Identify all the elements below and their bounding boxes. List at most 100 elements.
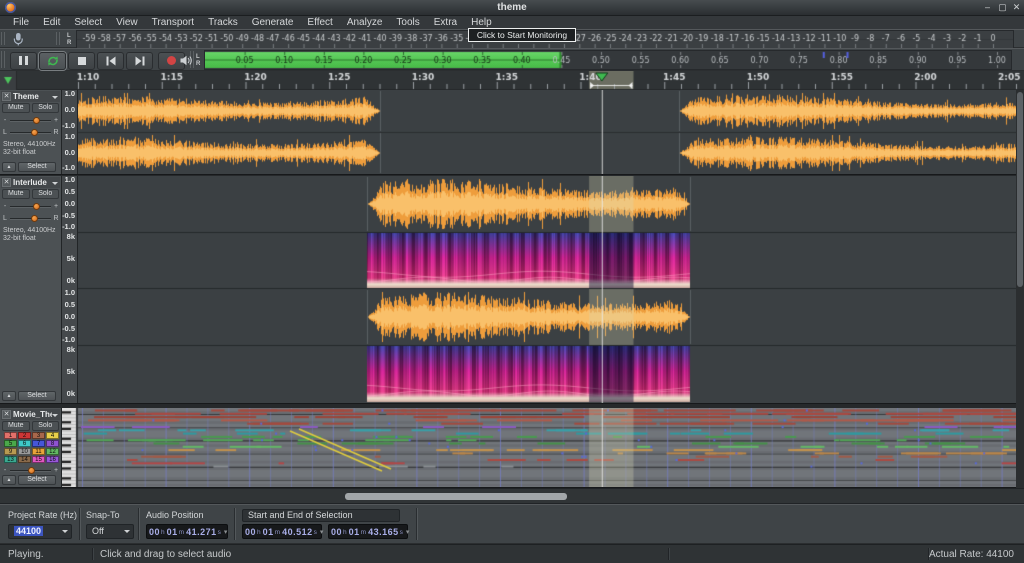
timeline-ruler[interactable] [0,71,1024,90]
solo-button[interactable]: Solo [32,103,60,113]
minimize-button[interactable]: – [981,1,994,14]
track-name[interactable]: Interlude [13,178,52,187]
skip-to-start-button[interactable] [97,52,124,70]
menu-effect[interactable]: Effect [300,16,339,29]
track-close-icon[interactable]: ✕ [2,92,11,101]
audio-position-field[interactable]: 00h01m41.271s▾ [146,524,228,539]
toolbar-grip[interactable] [1,32,7,45]
loop-play-button[interactable] [39,52,66,70]
pause-icon [19,56,28,65]
track-title-bar[interactable]: ✕ Theme [1,91,60,102]
midi-channel-10-button[interactable]: 10 [18,448,31,455]
skip-to-end-button[interactable] [126,52,153,70]
collapse-button[interactable]: ▲ [2,475,16,485]
track-name[interactable]: Movie_Theme [13,410,52,419]
stop-button[interactable] [68,52,95,70]
menu-select[interactable]: Select [67,16,109,29]
track-theme-header[interactable]: ✕ Theme Mute Solo - + L R [0,90,62,174]
midi-channel-7-button[interactable]: 7 [32,440,45,447]
toolbar-grip[interactable] [56,32,62,45]
window-title: theme [0,2,1024,13]
statusbar-separator [92,548,94,560]
pan-slider-thumb[interactable] [31,129,38,136]
menu-view[interactable]: View [109,16,145,29]
snap-to-label: Snap-To [86,510,120,520]
menu-transport[interactable]: Transport [145,16,201,29]
select-button[interactable]: Select [18,475,56,485]
track-menu-caret-icon[interactable] [52,96,58,102]
mute-button[interactable]: Mute [2,189,30,199]
collapse-button[interactable]: ▲ [2,391,16,401]
gain-slider-thumb[interactable] [33,203,40,210]
midi-channel-9-button[interactable]: 9 [4,448,17,455]
vertical-scale-ruler[interactable]: 1.00.0-1.01.00.0-1.0 [62,90,78,174]
theme-track-waveform-canvas[interactable] [78,90,1016,174]
track-title-bar[interactable]: ✕ Interlude [1,177,60,188]
selection-end-field[interactable]: 00h01m43.165s▾ [328,524,408,539]
menu-edit[interactable]: Edit [36,16,67,29]
playback-meter[interactable] [204,50,1012,70]
midi-channel-12-button[interactable]: 12 [46,448,59,455]
toolbar-grip[interactable] [1,51,7,68]
track-movie-theme-header[interactable]: ✕ Movie_Theme Mute Solo 1234567891011121… [0,408,62,487]
pan-slider-thumb[interactable] [31,215,38,222]
horizontal-scrollbar[interactable] [0,488,1024,504]
selection-start-field[interactable]: 00h01m40.512s▾ [242,524,322,539]
menu-file[interactable]: File [6,16,36,29]
time-digits: 00 [149,527,160,537]
track-format-info: Stereo, 44100Hz [3,141,56,149]
mute-button[interactable]: Mute [2,103,30,113]
midi-channel-16-button[interactable]: 16 [46,456,59,463]
close-button[interactable]: ✕ [1010,1,1023,14]
vertical-scale-ruler[interactable]: 1.00.50.0-0.5-1.08k5k0k1.00.50.0-0.5-1.0… [62,176,78,403]
mute-button[interactable]: Mute [2,421,30,431]
collapse-button[interactable]: ▲ [2,162,16,172]
menu-extra[interactable]: Extra [427,16,464,29]
midi-channel-5-button[interactable]: 5 [4,440,17,447]
track-name[interactable]: Theme [13,92,52,101]
midi-channel-11-button[interactable]: 11 [32,448,45,455]
track-interlude-header[interactable]: ✕ Interlude Mute Solo - + L R [0,176,62,403]
pause-button[interactable] [10,52,37,70]
interlude-track-multiview-canvas[interactable] [78,176,1016,403]
menu-generate[interactable]: Generate [245,16,301,29]
solo-button[interactable]: Solo [32,189,60,199]
horizontal-scrollbar-thumb[interactable] [345,493,567,500]
solo-button[interactable]: Solo [32,421,60,431]
select-button[interactable]: Select [18,391,56,401]
midi-channel-2-button[interactable]: 2 [18,432,31,439]
midi-channel-3-button[interactable]: 3 [32,432,45,439]
menu-tracks[interactable]: Tracks [201,16,245,29]
midi-channel-6-button[interactable]: 6 [18,440,31,447]
project-rate-combo[interactable]: 44100 [8,524,72,539]
track-close-icon[interactable]: ✕ [2,410,11,419]
maximize-button[interactable]: ▢ [996,1,1009,14]
track-menu-caret-icon[interactable] [52,414,58,420]
track-menu-caret-icon[interactable] [52,182,58,188]
menu-tools[interactable]: Tools [389,16,426,29]
midi-track-pianoroll-canvas[interactable] [62,408,1016,487]
scale-label: -0.5 [62,325,75,333]
midi-channel-1-button[interactable]: 1 [4,432,17,439]
midi-channel-8-button[interactable]: 8 [46,440,59,447]
pan-slider[interactable]: L R [2,127,59,138]
midi-channel-15-button[interactable]: 15 [32,456,45,463]
select-button[interactable]: Select [18,162,56,172]
selection-mode-combo[interactable]: Start and End of Selection [242,509,400,522]
midi-channel-13-button[interactable]: 13 [4,456,17,463]
midi-channel-4-button[interactable]: 4 [46,432,59,439]
gain-slider[interactable]: - + [2,201,59,212]
gain-slider-thumb[interactable] [33,117,40,124]
velocity-slider-thumb[interactable] [28,467,35,474]
vertical-scrollbar-thumb[interactable] [1017,92,1023,287]
gain-slider[interactable]: - + [2,115,59,126]
menu-analyze[interactable]: Analyze [340,16,390,29]
skip-to-start-icon [105,56,117,66]
pan-slider[interactable]: L R [2,213,59,224]
midi-channel-14-button[interactable]: 14 [18,456,31,463]
vertical-scrollbar[interactable] [1016,90,1024,488]
time-digits: 01 [349,527,360,537]
track-title-bar[interactable]: ✕ Movie_Theme [1,409,60,420]
track-close-icon[interactable]: ✕ [2,178,11,187]
snap-to-combo[interactable]: Off [86,524,134,539]
